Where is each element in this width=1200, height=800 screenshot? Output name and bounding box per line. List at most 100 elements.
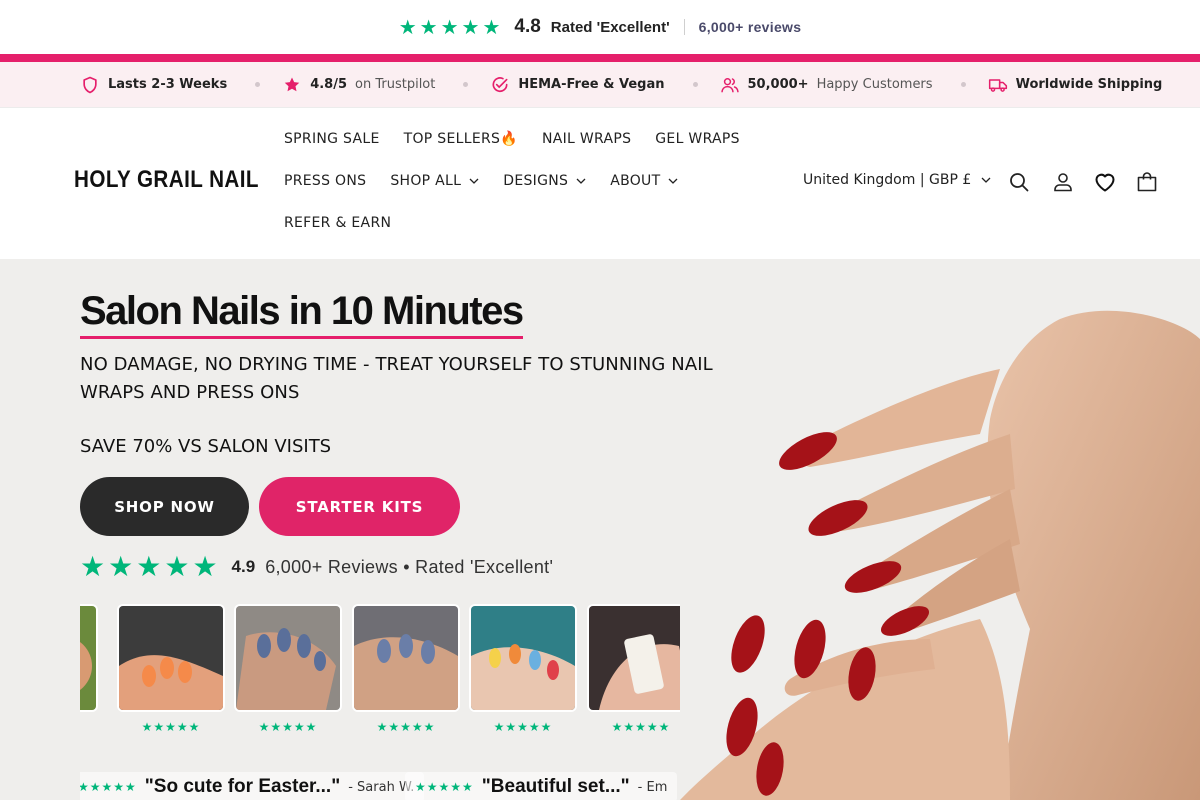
country-label: United Kingdom | GBP £ bbox=[803, 172, 972, 188]
hero-banner: Salon Nails in 10 Minutes NO DAMAGE, NO … bbox=[0, 259, 1200, 800]
star-icon: ★ bbox=[419, 15, 438, 39]
main-nav-row-2: PRESS ONS SHOP ALL DESIGNS ABOUT bbox=[284, 173, 678, 189]
trustpilot-stars: ★ ★ ★ ★ ★ bbox=[399, 17, 501, 37]
quote-text: "Beautiful set..." bbox=[481, 776, 630, 797]
site-header: HOLY GRAIL NAIL SPRING SALE TOP SELLERS🔥… bbox=[0, 108, 1200, 259]
star-icon: ★ bbox=[440, 15, 459, 39]
hero-headline: Salon Nails in 10 Minutes bbox=[80, 289, 524, 339]
review-stars: ★★★★★ bbox=[611, 720, 671, 734]
review-photo bbox=[587, 604, 680, 712]
star-icon bbox=[284, 77, 300, 91]
cart-icon[interactable] bbox=[1135, 170, 1159, 194]
star-icon: ★ bbox=[482, 15, 501, 39]
usp-subtext: Happy Customers bbox=[816, 77, 933, 92]
chevron-down-icon bbox=[668, 178, 678, 184]
usp-text: 4.8/5 bbox=[310, 77, 348, 92]
users-icon bbox=[720, 77, 739, 92]
review-photo-card[interactable]: ★★★★★ bbox=[587, 604, 680, 734]
star-icon: ★ bbox=[398, 15, 417, 39]
nav-press-ons[interactable]: PRESS ONS bbox=[284, 173, 366, 189]
quote-text: "So cute for Easter..." bbox=[144, 776, 341, 797]
usp-item-hema: HEMA-Free & Vegan bbox=[490, 75, 665, 95]
usp-subtext: on Trustpilot bbox=[355, 77, 436, 92]
separator-dot bbox=[960, 82, 966, 87]
usp-item-lasts: Lasts 2-3 Weeks bbox=[80, 75, 227, 95]
nav-nail-wraps[interactable]: NAIL WRAPS bbox=[542, 131, 631, 147]
review-quote: ★★★★★ "So cute for Easter..." - Sarah W. bbox=[80, 772, 425, 800]
nav-spring-sale[interactable]: SPRING SALE bbox=[284, 131, 380, 147]
review-photo bbox=[80, 604, 98, 712]
usp-item-trustpilot: 4.8/5 on Trustpilot bbox=[282, 75, 435, 95]
chevron-down-icon bbox=[576, 178, 586, 184]
quote-stars: ★★★★★ bbox=[415, 780, 474, 794]
star-icon: ★ bbox=[461, 15, 480, 39]
quote-stars: ★★★★★ bbox=[80, 780, 137, 794]
review-photo-card[interactable]: ★★★★★ bbox=[117, 604, 225, 734]
star-icon: ★ bbox=[192, 550, 218, 583]
accent-rule bbox=[0, 54, 1200, 62]
review-photo-card[interactable]: ★★★★★ bbox=[352, 604, 460, 734]
shop-now-button[interactable]: SHOP NOW bbox=[80, 477, 249, 536]
separator-dot bbox=[463, 82, 469, 87]
review-stars: ★★★★★ bbox=[258, 720, 318, 734]
chevron-down-icon bbox=[469, 178, 479, 184]
main-nav-row-3: REFER & EARN bbox=[284, 215, 391, 231]
quote-author: - Em bbox=[637, 779, 668, 795]
reviews-link[interactable]: 6,000+ reviews bbox=[699, 19, 802, 35]
review-photo-card[interactable]: ★★★★★ bbox=[80, 604, 98, 734]
star-icon: ★ bbox=[136, 550, 162, 583]
chevron-down-icon bbox=[981, 177, 991, 183]
account-icon[interactable] bbox=[1051, 170, 1075, 194]
star-icon: ★ bbox=[164, 550, 190, 583]
usp-text: Lasts 2-3 Weeks bbox=[108, 77, 228, 92]
review-photo-carousel[interactable]: ★★★★★ ★★★★★ ★★★★★ ★★★★★ ★★★★★ ★★★★★ bbox=[80, 604, 680, 744]
truck-icon bbox=[988, 78, 1007, 92]
nav-shop-all[interactable]: SHOP ALL bbox=[390, 173, 479, 189]
review-stars: ★★★★★ bbox=[493, 720, 553, 734]
usp-text: HEMA-Free & Vegan bbox=[518, 77, 665, 92]
site-logo[interactable]: HOLY GRAIL NAIL bbox=[74, 166, 259, 194]
review-photo-card[interactable]: ★★★★★ bbox=[234, 604, 342, 734]
hero-rating: ★ ★ ★ ★ ★ 4.9 6,000+ Reviews • Rated 'Ex… bbox=[80, 553, 553, 581]
review-photo bbox=[469, 604, 577, 712]
wishlist-icon[interactable] bbox=[1093, 170, 1117, 194]
nav-designs[interactable]: DESIGNS bbox=[503, 173, 586, 189]
hero-subline: NO DAMAGE, NO DRYING TIME - TREAT YOURSE… bbox=[80, 354, 713, 403]
review-photo-card[interactable]: ★★★★★ bbox=[469, 604, 577, 734]
country-selector[interactable]: United Kingdom | GBP £ bbox=[803, 172, 991, 188]
hero-rating-text: 6,000+ Reviews • Rated 'Excellent' bbox=[265, 556, 554, 577]
nav-label: SHOP ALL bbox=[390, 173, 462, 189]
review-stars: ★★★★★ bbox=[141, 720, 201, 734]
starter-kits-button[interactable]: STARTER KITS bbox=[259, 477, 460, 536]
review-quotes: ★★★★★ "So cute for Easter..." - Sarah W.… bbox=[80, 767, 680, 800]
hero-rating-score: 4.9 bbox=[231, 557, 256, 576]
main-nav-row-1: SPRING SALE TOP SELLERS🔥 NAIL WRAPS GEL … bbox=[284, 131, 740, 147]
usp-item-customers: 50,000+ Happy Customers bbox=[720, 75, 933, 95]
review-photo bbox=[352, 604, 460, 712]
nav-refer-earn[interactable]: REFER & EARN bbox=[284, 215, 391, 231]
hero-save-text: SAVE 70% VS SALON VISITS bbox=[80, 436, 332, 457]
usp-strip: Lasts 2-3 Weeks 4.8/5 on Trustpilot HEMA… bbox=[0, 62, 1200, 108]
review-photo bbox=[234, 604, 342, 712]
check-circle-icon bbox=[492, 76, 508, 92]
review-photo bbox=[117, 604, 225, 712]
usp-item-shipping: Worldwide Shipping bbox=[988, 75, 1163, 95]
star-icon: ★ bbox=[80, 550, 106, 583]
nav-about[interactable]: ABOUT bbox=[610, 173, 678, 189]
rating-label: Rated 'Excellent' bbox=[550, 18, 670, 36]
nav-label: DESIGNS bbox=[503, 173, 569, 189]
separator-dot bbox=[692, 82, 698, 87]
top-rating-bar[interactable]: ★ ★ ★ ★ ★ 4.8 Rated 'Excellent' 6,000+ r… bbox=[0, 0, 1200, 54]
separator-dot bbox=[255, 82, 261, 87]
nav-top-sellers[interactable]: TOP SELLERS🔥 bbox=[404, 131, 518, 147]
usp-text: Worldwide Shipping bbox=[1015, 77, 1163, 92]
divider bbox=[683, 19, 685, 35]
nav-gel-wraps[interactable]: GEL WRAPS bbox=[655, 131, 740, 147]
hero-stars: ★ ★ ★ ★ ★ bbox=[80, 553, 218, 581]
shield-icon bbox=[83, 76, 97, 93]
nav-label: PRESS ONS bbox=[284, 173, 367, 189]
nav-label: ABOUT bbox=[610, 173, 661, 189]
search-icon[interactable] bbox=[1007, 170, 1031, 194]
rating-score: 4.8 bbox=[514, 16, 541, 37]
review-quote: ★★★★★ "Beautiful set..." - Em bbox=[405, 772, 678, 800]
